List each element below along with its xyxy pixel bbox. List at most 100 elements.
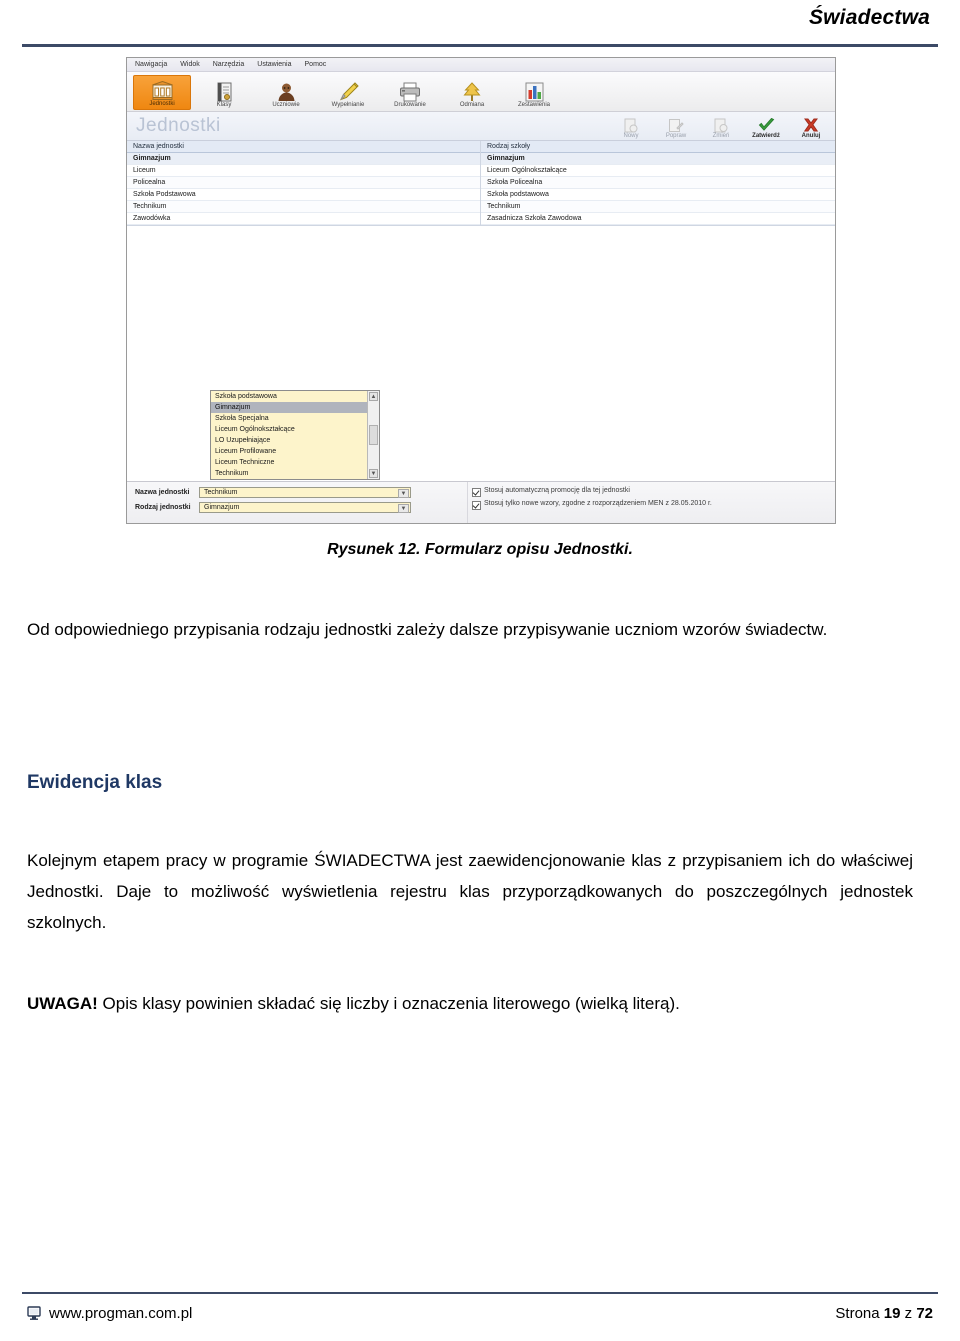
menu-item-ustawienia[interactable]: Ustawienia <box>257 61 291 68</box>
scroll-up-arrow-icon[interactable]: ▲ <box>369 392 378 401</box>
monitor-icon <box>27 1306 41 1321</box>
table-row[interactable]: Szkoła Podstawowa <box>127 189 480 201</box>
scrollbar-thumb[interactable] <box>369 425 378 445</box>
red-cross-icon <box>803 116 819 133</box>
list-item[interactable]: Liceum Profilowane <box>211 446 367 457</box>
unit-edit-form-panel: Nazwa jednostki Technikum ▼ Rodzaj jedno… <box>127 481 835 523</box>
header-divider <box>22 44 938 47</box>
action-label-popraw: Popraw <box>665 133 687 139</box>
toolbar-button-drukowanie[interactable]: Drukowanie <box>381 75 439 110</box>
action-zmien[interactable]: Zmień <box>703 116 739 140</box>
page-header: Świadectwa <box>0 0 960 50</box>
app-title-band: Jednostki Nowy Popraw Zmień Zatwierdź An… <box>127 112 835 141</box>
action-zatwierdz[interactable]: Zatwierdź <box>748 116 784 140</box>
table-row[interactable]: Policealna <box>127 177 480 189</box>
checkbox-label-nowe-wzory: Stosuj tylko nowe wzory, zgodne z rozpor… <box>484 500 712 507</box>
page-footer: www.progman.com.pl Strona 19 z 72 <box>27 1305 933 1322</box>
toolbar-button-klasy[interactable]: Klasy <box>195 75 253 110</box>
dropdown-scrollbar[interactable]: ▲ ▼ <box>367 391 379 479</box>
footer-divider <box>22 1292 938 1294</box>
footer-page-indicator: Strona 19 z 72 <box>835 1305 933 1322</box>
paragraph-3: UWAGA! Opis klasy powinien składać się l… <box>27 988 913 1019</box>
scroll-down-arrow-icon[interactable]: ▼ <box>369 469 378 478</box>
menu-item-widok[interactable]: Widok <box>180 61 199 68</box>
field-row-nazwa-jednostki: Nazwa jednostki Technikum ▼ <box>135 486 467 499</box>
list-item[interactable]: Szkoła Specjalna <box>211 413 367 424</box>
nazwa-jednostki-combobox[interactable]: Technikum ▼ <box>199 487 411 498</box>
action-popraw[interactable]: Popraw <box>658 116 694 140</box>
table-row[interactable]: Liceum Ogólnokształcące <box>481 165 835 177</box>
toolbar-label-uczniowie: Uczniowie <box>272 102 300 108</box>
checkbox-icon[interactable] <box>472 488 481 497</box>
action-nowy[interactable]: Nowy <box>613 116 649 140</box>
toolbar-label-wypelnianie: Wypełnianie <box>331 102 365 108</box>
table-row[interactable]: Liceum <box>127 165 480 177</box>
list-item[interactable]: Liceum Ogólnokształcące <box>211 424 367 435</box>
checkbox-label-auto-promocja: Stosuj automatyczną promocję dla tej jed… <box>484 487 630 494</box>
paragraph-2: Kolejnym etapem pracy w programie ŚWIADE… <box>27 851 913 932</box>
table-row[interactable]: Gimnazjum <box>481 153 835 165</box>
action-label-anuluj: Anuluj <box>801 133 821 139</box>
toolbar-label-jednostki: Jednostki <box>149 101 175 107</box>
new-record-icon <box>623 116 639 133</box>
grid-header-rodzaj[interactable]: Rodzaj szkoły <box>481 141 835 153</box>
menu-item-nawigacja[interactable]: Nawigacja <box>135 61 167 68</box>
list-item[interactable]: Gimnazjum <box>211 402 367 413</box>
table-row[interactable]: Szkoła podstawowa <box>481 189 835 201</box>
units-data-grid: Nazwa jednostki Gimnazjum Liceum Policea… <box>127 141 835 226</box>
list-item[interactable]: Liceum Techniczne <box>211 457 367 468</box>
toolbar-button-zestawienia[interactable]: Zestawienia <box>505 75 563 110</box>
app-window-title: Jednostki <box>136 115 221 136</box>
school-type-dropdown-list[interactable]: Szkoła podstawowa Gimnazjum Szkoła Specj… <box>210 390 380 480</box>
action-label-zatwierdz: Zatwierdź <box>752 133 780 139</box>
bar-chart-icon <box>525 81 544 102</box>
paragraph-3-emphasis: UWAGA! <box>27 994 98 1013</box>
record-action-row: Nowy Popraw Zmień Zatwierdź Anuluj <box>613 112 829 140</box>
table-row[interactable]: Zasadnicza Szkoła Zawodowa <box>481 213 835 225</box>
toolbar-label-odmiana: Odmiana <box>459 102 485 108</box>
footer-website-text[interactable]: www.progman.com.pl <box>49 1305 192 1322</box>
chevron-down-icon[interactable]: ▼ <box>398 504 409 513</box>
table-row[interactable]: Technikum <box>481 201 835 213</box>
figure-caption: Rysunek 12. Formularz opisu Jednostki. <box>327 541 633 558</box>
list-item[interactable]: Szkoła podstawowa <box>211 391 367 402</box>
menu-item-pomoc[interactable]: Pomoc <box>305 61 327 68</box>
menu-item-narzedzia[interactable]: Narzędzia <box>213 61 245 68</box>
field-label-nazwa-jednostki: Nazwa jednostki <box>135 489 190 496</box>
table-row[interactable]: Szkoła Policealna <box>481 177 835 189</box>
footer-page-number: 19 <box>883 1305 901 1322</box>
toolbar-button-odmiana[interactable]: Odmiana <box>443 75 501 110</box>
person-icon <box>277 81 296 102</box>
checkbox-row-nowe-wzory[interactable]: Stosuj tylko nowe wzory, zgodne z rozpor… <box>472 500 835 510</box>
edit-record-icon <box>668 116 684 133</box>
toolbar-label-klasy: Klasy <box>216 102 232 108</box>
grid-header-nazwa[interactable]: Nazwa jednostki <box>127 141 480 153</box>
field-label-rodzaj-jednostki: Rodzaj jednostki <box>135 504 191 511</box>
checkbox-icon[interactable] <box>472 501 481 510</box>
book-icon <box>216 81 233 102</box>
table-row[interactable]: Technikum <box>127 201 480 213</box>
app-menubar: Nawigacja Widok Narzędzia Ustawienia Pom… <box>127 58 835 72</box>
table-row[interactable]: Gimnazjum <box>127 153 480 165</box>
action-label-nowy: Nowy <box>623 133 639 139</box>
form-fields-column: Nazwa jednostki Technikum ▼ Rodzaj jedno… <box>127 482 467 523</box>
grid-column-rodzaj: Rodzaj szkoły Gimnazjum Liceum Ogólnoksz… <box>481 141 835 225</box>
toolbar-button-jednostki[interactable]: Jednostki <box>133 75 191 110</box>
rodzaj-jednostki-combobox[interactable]: Gimnazjum ▼ <box>199 502 411 513</box>
rodzaj-jednostki-value: Gimnazjum <box>204 504 240 511</box>
action-anuluj[interactable]: Anuluj <box>793 116 829 140</box>
app-toolbar: Jednostki Klasy Uczniowie Wypełnianie Dr… <box>127 72 835 112</box>
field-row-rodzaj-jednostki: Rodzaj jednostki Gimnazjum ▼ <box>135 501 467 514</box>
action-label-zmien: Zmień <box>712 133 730 139</box>
tree-icon <box>463 81 481 102</box>
section-heading-ewidencja-klas: Ewidencja klas <box>27 772 163 793</box>
toolbar-button-wypelnianie[interactable]: Wypełnianie <box>319 75 377 110</box>
chevron-down-icon[interactable]: ▼ <box>398 489 409 498</box>
dropdown-options: Szkoła podstawowa Gimnazjum Szkoła Specj… <box>211 391 367 479</box>
toolbar-label-drukowanie: Drukowanie <box>394 102 426 108</box>
checkbox-row-auto-promocja[interactable]: Stosuj automatyczną promocję dla tej jed… <box>472 487 835 497</box>
list-item[interactable]: Technikum <box>211 468 367 479</box>
table-row[interactable]: Zawodówka <box>127 213 480 225</box>
list-item[interactable]: LO Uzupełniające <box>211 435 367 446</box>
toolbar-button-uczniowie[interactable]: Uczniowie <box>257 75 315 110</box>
